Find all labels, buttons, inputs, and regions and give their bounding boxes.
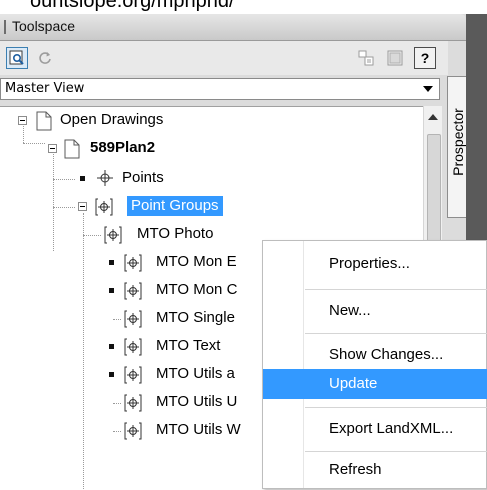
- point-group-icon: [123, 281, 143, 301]
- menu-item-label: Show Changes...: [329, 346, 444, 363]
- tree-label: MTO Utils a: [156, 365, 235, 382]
- expand-icon[interactable]: [78, 174, 87, 183]
- point-group-icon: [94, 197, 114, 217]
- tree-label: MTO Text: [156, 337, 221, 354]
- refresh-button[interactable]: [34, 47, 56, 69]
- expand-icon[interactable]: [107, 258, 116, 267]
- tree-item-points[interactable]: Points: [0, 165, 423, 193]
- tree-label: MTO Single: [156, 309, 235, 326]
- collapse-icon[interactable]: [18, 116, 27, 125]
- page-caption: ountslope.org/mprlpnd/: [0, 0, 487, 14]
- view-select[interactable]: Master View: [0, 78, 440, 100]
- properties-button[interactable]: [355, 47, 377, 69]
- expand-icon[interactable]: [107, 286, 116, 295]
- expand-icon[interactable]: [107, 370, 116, 379]
- menu-separator: [305, 451, 487, 452]
- point-group-icon: [123, 253, 143, 273]
- menu-item-label: Export LandXML...: [329, 420, 454, 437]
- menu-item-update[interactable]: Update: [263, 369, 487, 399]
- help-icon: ?: [420, 50, 430, 66]
- point-group-icon: [123, 365, 143, 385]
- menu-item-label: Refresh: [329, 461, 382, 478]
- point-group-icon: [123, 309, 143, 329]
- tree-item-open-drawings[interactable]: Open Drawings: [0, 107, 423, 135]
- tree-label: Open Drawings: [60, 111, 164, 128]
- tree-label: MTO Mon E: [156, 253, 237, 270]
- tree-label: MTO Utils U: [156, 393, 238, 410]
- item-view-icon: [387, 50, 403, 66]
- grip-handle[interactable]: [4, 20, 6, 34]
- tree-label: 589Plan2: [90, 139, 156, 156]
- refresh-icon: [39, 52, 51, 64]
- tree-label: Points: [122, 169, 164, 186]
- tab-prospector-label: Prospector: [450, 108, 466, 176]
- collapse-icon[interactable]: [48, 144, 57, 153]
- menu-item-new[interactable]: New...: [263, 296, 487, 326]
- menu-item-properties[interactable]: Properties...: [263, 249, 487, 279]
- magnifier-button[interactable]: [6, 47, 28, 69]
- caption-text: ountslope.org/mprlpnd/: [30, 0, 235, 12]
- menu-separator: [305, 289, 487, 290]
- point-group-icon: [103, 225, 123, 245]
- chevron-down-icon[interactable]: [423, 86, 433, 92]
- tree-label: MTO Photo: [137, 225, 214, 242]
- point-group-icon: [123, 337, 143, 357]
- tree-item-point-groups[interactable]: Point Groups: [0, 193, 423, 221]
- point-icon: [96, 169, 116, 189]
- menu-item-refresh[interactable]: Refresh: [263, 455, 487, 485]
- palette-title: Toolspace: [12, 18, 76, 34]
- point-group-icon: [123, 421, 143, 441]
- properties-icon: [358, 50, 374, 66]
- menu-item-label: Properties...: [329, 255, 410, 272]
- tree-item-drawing[interactable]: 589Plan2: [0, 135, 423, 163]
- menu-separator: [305, 333, 487, 334]
- view-select-value: Master View: [5, 81, 85, 96]
- collapse-icon[interactable]: [78, 202, 87, 211]
- menu-item-label: New...: [329, 302, 371, 319]
- point-group-icon: [123, 393, 143, 413]
- palette-titlebar[interactable]: Toolspace: [0, 14, 466, 41]
- document-icon: [35, 111, 55, 131]
- context-menu: Properties... New... Show Changes... Upd…: [262, 240, 487, 489]
- tree-label: MTO Mon C: [156, 281, 238, 298]
- document-icon: [63, 139, 83, 159]
- tab-prospector[interactable]: Prospector: [447, 76, 466, 218]
- tree-label-selected: Point Groups: [127, 196, 223, 216]
- magnifier-icon: [9, 50, 24, 65]
- menu-item-show-changes[interactable]: Show Changes...: [263, 340, 487, 370]
- help-button[interactable]: ?: [414, 47, 436, 69]
- menu-separator: [305, 407, 487, 408]
- menu-item-label: Update: [329, 375, 378, 392]
- expand-icon[interactable]: [107, 342, 116, 351]
- scroll-up-icon[interactable]: [428, 114, 438, 120]
- menu-item-export-landxml[interactable]: Export LandXML...: [263, 414, 487, 444]
- item-view-button[interactable]: [384, 47, 406, 69]
- tree-label: MTO Utils W: [156, 421, 241, 438]
- toolbar: ?: [0, 41, 448, 75]
